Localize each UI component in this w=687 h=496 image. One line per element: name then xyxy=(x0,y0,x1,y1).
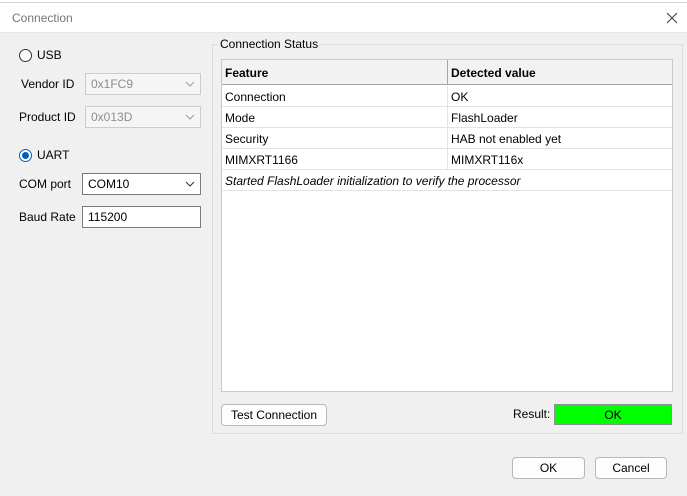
column-header-feature[interactable]: Feature xyxy=(222,60,448,85)
baud-rate-input[interactable]: 115200 xyxy=(82,206,201,228)
usb-radio-circle xyxy=(19,48,32,62)
uart-radio[interactable]: UART xyxy=(19,148,69,162)
feature-cell: Security xyxy=(222,128,448,149)
test-connection-button[interactable]: Test Connection xyxy=(221,404,327,426)
vendor-id-combo: 0x1FC9 xyxy=(85,73,201,95)
close-button[interactable] xyxy=(657,3,687,33)
title-bar: Connection xyxy=(0,3,687,33)
grid-header: Feature Detected value xyxy=(222,60,672,85)
dialog-title: Connection xyxy=(12,11,73,25)
vendor-id-value: 0x1FC9 xyxy=(91,77,134,91)
table-row[interactable]: Mode FlashLoader xyxy=(222,107,672,128)
value-cell: OK xyxy=(451,89,469,104)
feature-cell: Connection xyxy=(222,86,448,107)
status-note-row[interactable]: Started FlashLoader initialization to ve… xyxy=(222,170,672,191)
feature-cell: Mode xyxy=(222,107,448,128)
com-port-combo[interactable]: COM10 xyxy=(82,173,201,195)
feature-cell: MIMXRT1166 xyxy=(222,149,448,170)
result-label: Result: xyxy=(513,407,551,421)
vendor-id-label: Vendor ID xyxy=(21,77,75,91)
status-grid: Feature Detected value Connection OK Mod… xyxy=(221,59,673,392)
table-row[interactable]: MIMXRT1166 MIMXRT116x xyxy=(222,149,672,170)
usb-radio[interactable]: USB xyxy=(19,48,62,62)
result-value: OK xyxy=(554,404,672,425)
column-header-detected-value[interactable]: Detected value xyxy=(448,60,672,85)
product-id-value: 0x013D xyxy=(91,110,133,124)
chevron-down-icon xyxy=(185,114,195,120)
ok-button[interactable]: OK xyxy=(512,457,585,479)
com-port-value: COM10 xyxy=(88,177,130,191)
baud-rate-label: Baud Rate xyxy=(19,210,76,224)
close-icon xyxy=(666,12,678,24)
product-id-combo: 0x013D xyxy=(85,106,201,128)
chevron-down-icon xyxy=(185,81,195,87)
value-cell: MIMXRT116x xyxy=(451,152,524,167)
table-row[interactable]: Security HAB not enabled yet xyxy=(222,128,672,149)
status-note: Started FlashLoader initialization to ve… xyxy=(225,173,521,188)
uart-label: UART xyxy=(37,148,70,162)
uart-radio-circle xyxy=(19,148,32,162)
baud-rate-value: 115200 xyxy=(88,210,128,224)
cancel-button[interactable]: Cancel xyxy=(595,457,667,479)
connection-status-title: Connection Status xyxy=(218,37,321,51)
product-id-label: Product ID xyxy=(19,110,76,124)
value-cell: HAB not enabled yet xyxy=(451,131,562,146)
chevron-down-icon xyxy=(185,181,195,187)
value-cell: FlashLoader xyxy=(451,110,518,125)
usb-label: USB xyxy=(37,48,62,62)
table-row[interactable]: Connection OK xyxy=(222,86,672,107)
com-port-label: COM port xyxy=(19,177,72,191)
